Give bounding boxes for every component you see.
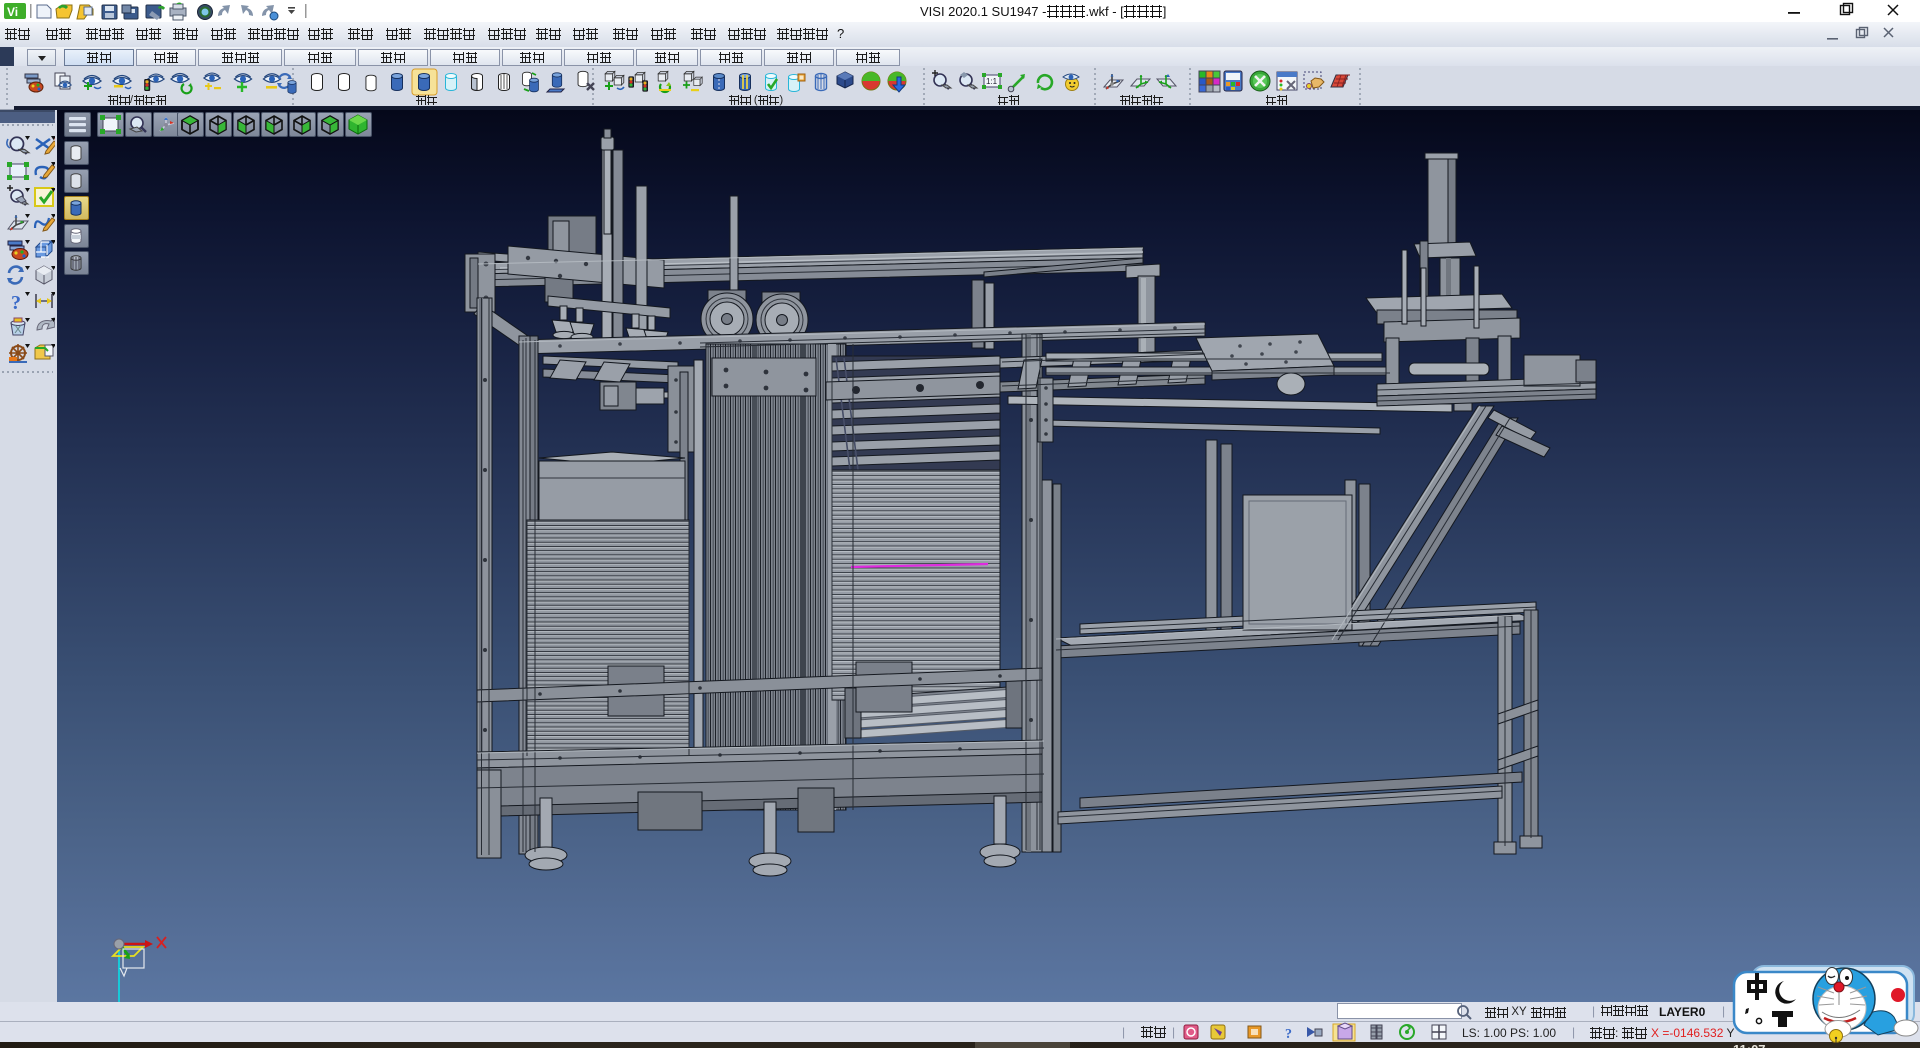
svg-text:Vi: Vi — [7, 5, 18, 19]
svg-text:1:1: 1:1 — [986, 77, 998, 86]
svg-text:?: ? — [11, 292, 21, 314]
svg-text:?: ? — [1285, 1027, 1292, 1042]
